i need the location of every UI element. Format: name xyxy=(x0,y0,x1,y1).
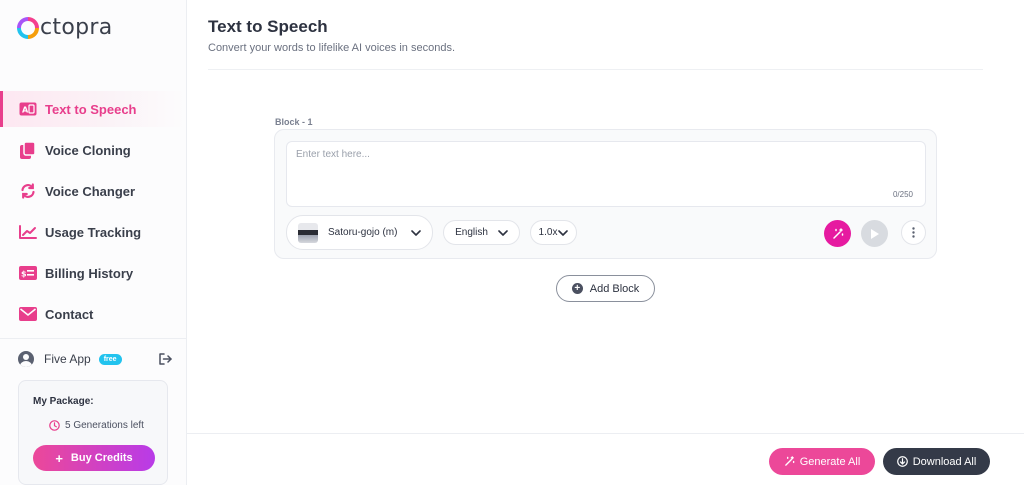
svg-text:A: A xyxy=(22,106,29,115)
generate-block-button[interactable] xyxy=(824,220,851,247)
logo-ring-icon xyxy=(17,17,39,39)
svg-text:$: $ xyxy=(21,270,27,279)
more-options-button[interactable] xyxy=(901,220,926,245)
logo-text: ctopra xyxy=(40,15,113,40)
page-header: Text to Speech Convert your words to lif… xyxy=(208,0,983,70)
text-block: 0/250 Satoru-gojo (m) English 1.0x xyxy=(274,129,937,259)
package-title: My Package: xyxy=(33,396,94,407)
block-label: Block - 1 xyxy=(275,117,313,127)
page-title: Text to Speech xyxy=(208,17,328,36)
more-vertical-icon xyxy=(912,227,915,238)
generations-left: 5 Generations left xyxy=(49,420,144,431)
text-to-speech-icon: A xyxy=(19,100,37,118)
chevron-down-icon xyxy=(558,229,569,236)
sidebar-item-label: Contact xyxy=(45,306,94,322)
sidebar-item-voice-changer[interactable]: Voice Changer xyxy=(0,173,186,209)
sidebar-item-voice-cloning[interactable]: Voice Cloning xyxy=(0,132,186,168)
billing-icon: $ xyxy=(19,264,37,282)
language-select[interactable]: English xyxy=(443,220,520,245)
user-avatar-icon xyxy=(18,351,34,367)
app-logo[interactable]: ctopra xyxy=(17,17,112,39)
download-all-label: Download All xyxy=(912,455,977,468)
voice-avatar xyxy=(298,222,318,243)
magic-wand-icon xyxy=(832,227,843,239)
speed-value: 1.0x xyxy=(538,227,558,238)
add-block-button[interactable]: + Add Block xyxy=(556,275,655,302)
sidebar-item-label: Text to Speech xyxy=(45,101,137,117)
play-button[interactable] xyxy=(861,220,888,247)
language-value: English xyxy=(455,227,488,238)
plus-circle-icon: + xyxy=(571,283,583,294)
sidebar-divider xyxy=(0,338,186,339)
sidebar-item-label: Voice Cloning xyxy=(45,142,131,158)
sidebar: ctopra A Text to Speech Voice Cloning Vo… xyxy=(0,0,187,485)
magic-wand-icon xyxy=(784,456,795,466)
page-subtitle: Convert your words to lifelike AI voices… xyxy=(208,42,456,54)
generate-all-label: Generate All xyxy=(799,455,861,468)
package-card: My Package: 5 Generations left + Buy Cre… xyxy=(18,380,168,485)
logout-icon[interactable] xyxy=(159,353,172,365)
generations-left-text: 5 Generations left xyxy=(65,420,144,431)
refresh-icon xyxy=(19,182,37,200)
envelope-icon xyxy=(19,305,37,323)
buy-credits-label: Buy Credits xyxy=(70,452,133,464)
add-block-label: Add Block xyxy=(589,282,640,295)
user-name: Five App xyxy=(44,352,91,366)
sidebar-nav: A Text to Speech Voice Cloning Voice Cha… xyxy=(0,91,186,337)
chevron-down-icon xyxy=(411,229,421,236)
character-counter: 0/250 xyxy=(892,190,913,199)
user-row: Five App free xyxy=(18,349,172,369)
copy-icon xyxy=(19,141,37,159)
plan-badge: free xyxy=(98,353,122,365)
clock-icon xyxy=(49,420,60,431)
plus-icon: + xyxy=(55,450,63,466)
text-input-box: 0/250 xyxy=(286,141,926,207)
generate-all-button[interactable]: Generate All xyxy=(769,448,875,475)
sidebar-item-text-to-speech[interactable]: A Text to Speech xyxy=(0,91,186,127)
play-icon xyxy=(870,228,879,239)
voice-select[interactable]: Satoru-gojo (m) xyxy=(286,215,433,250)
buy-credits-button[interactable]: + Buy Credits xyxy=(33,445,155,471)
text-input[interactable] xyxy=(287,142,925,206)
sidebar-item-label: Usage Tracking xyxy=(45,224,142,240)
sidebar-item-label: Voice Changer xyxy=(45,183,136,199)
chevron-down-icon xyxy=(498,229,508,236)
sidebar-item-usage-tracking[interactable]: Usage Tracking xyxy=(0,214,186,250)
sidebar-item-label: Billing History xyxy=(45,265,134,281)
footer-bar: Generate All Download All xyxy=(187,433,1024,485)
sidebar-item-contact[interactable]: Contact xyxy=(0,296,186,332)
voice-name: Satoru-gojo (m) xyxy=(328,227,398,238)
download-icon xyxy=(896,456,908,467)
download-all-button[interactable]: Download All xyxy=(883,448,990,475)
chart-line-icon xyxy=(19,223,37,241)
speed-select[interactable]: 1.0x xyxy=(530,220,577,245)
sidebar-item-billing-history[interactable]: $ Billing History xyxy=(0,255,186,291)
